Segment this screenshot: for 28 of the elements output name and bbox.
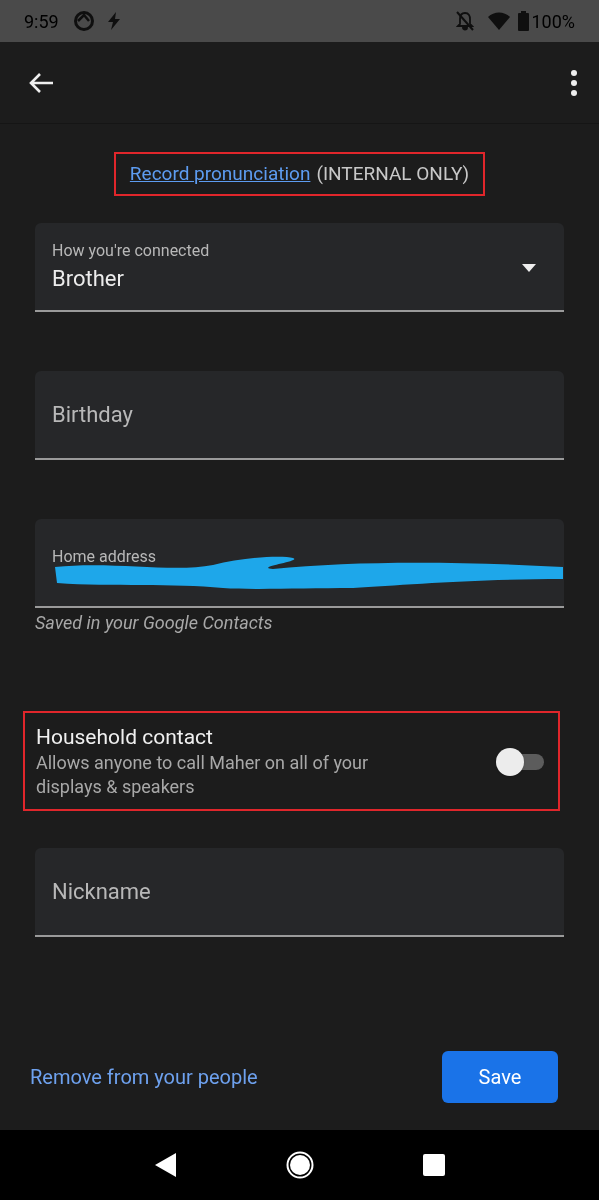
do-not-disturb-icon	[72, 10, 95, 32]
battery-icon	[518, 11, 530, 31]
nickname-field[interactable]: Nickname	[35, 848, 564, 937]
helper-text: Saved in your Google Contacts	[35, 611, 274, 635]
address-field[interactable]: Home address	[35, 519, 564, 608]
bell-off-icon	[456, 11, 475, 31]
battery-percent: 100%	[531, 9, 575, 34]
home-circle-icon[interactable]	[285, 1151, 314, 1179]
field-label: Home address	[52, 546, 158, 567]
field-label: How you're connected	[52, 240, 211, 261]
overview-square-icon[interactable]	[422, 1154, 445, 1176]
field-value: Brother	[52, 264, 124, 293]
internal-note: (INTERNAL ONLY)	[316, 160, 470, 187]
record-pronunciation-link[interactable]: Record pronunciation	[129, 159, 311, 189]
back-triangle-icon[interactable]	[154, 1153, 177, 1177]
remove-link[interactable]: Remove from your people	[30, 1062, 258, 1092]
status-time: 9:59	[24, 9, 59, 34]
save-button[interactable]: Save	[442, 1051, 558, 1103]
back-arrow-icon	[28, 71, 54, 94]
dropdown-caret-icon	[522, 264, 536, 272]
household-description: Allows anyone to call Maher on all of your displays & speakers	[36, 751, 370, 799]
household-title: Household contact	[36, 724, 214, 751]
lightning-icon	[106, 12, 121, 30]
wifi-icon	[488, 12, 511, 30]
dropdown-field[interactable]: How you're connected Brother	[35, 223, 564, 312]
text-field[interactable]: Birthday	[35, 371, 564, 460]
back-button[interactable]	[28, 71, 54, 94]
household-toggle[interactable]	[496, 746, 546, 776]
